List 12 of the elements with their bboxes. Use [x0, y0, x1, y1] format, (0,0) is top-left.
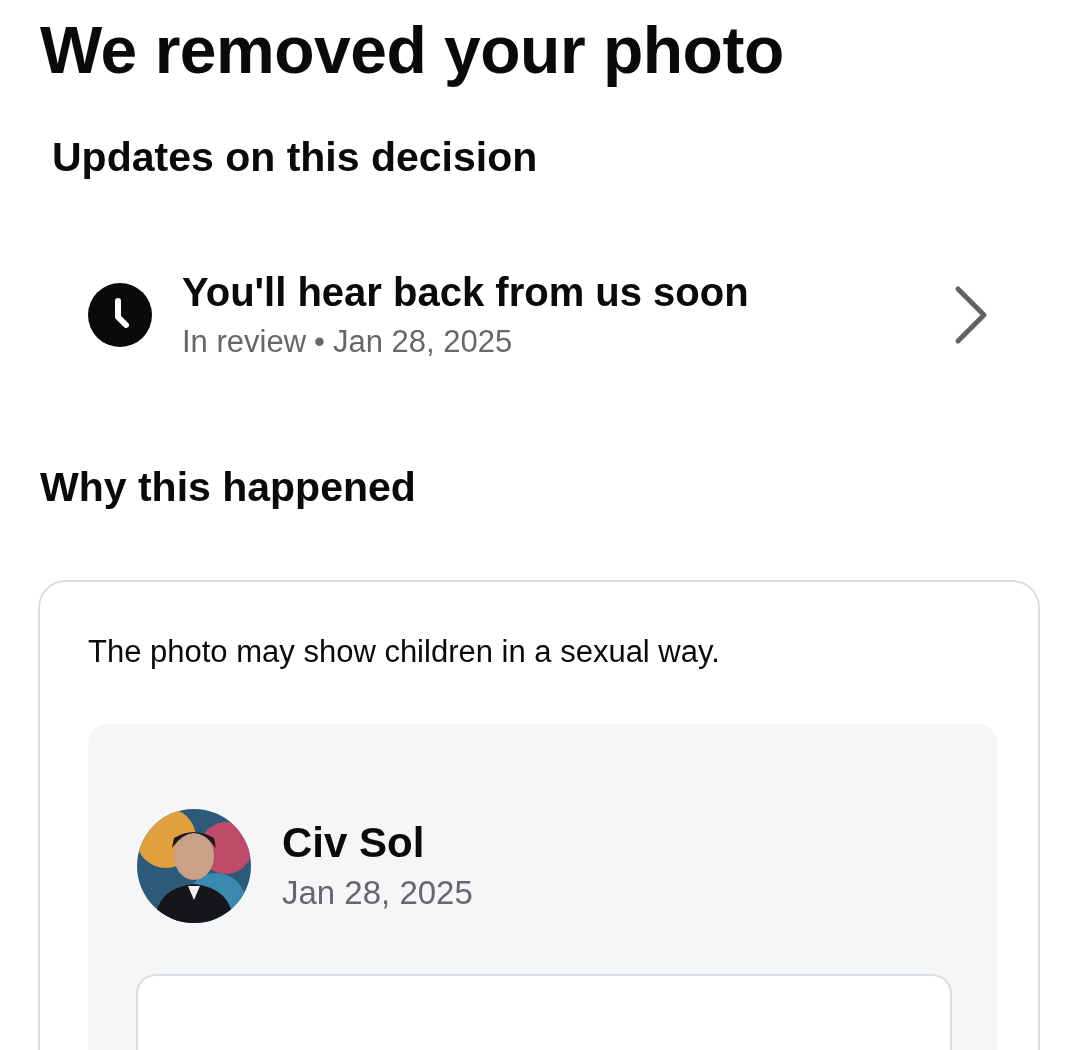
- page-title: We removed your photo: [39, 12, 785, 89]
- separator-dot: •: [314, 323, 325, 361]
- section-heading: Why this happened: [40, 463, 417, 512]
- section-heading: Updates on this decision: [52, 133, 539, 182]
- post-date: Jan 28, 2025: [282, 873, 473, 913]
- clock-icon: [88, 283, 152, 347]
- chevron-right-icon[interactable]: [954, 285, 988, 345]
- update-title: You'll hear back from us soon: [182, 269, 750, 316]
- reason-text: The photo may show children in a sexual way.: [88, 633, 721, 671]
- author-name: Civ Sol: [282, 818, 426, 868]
- update-date: Jan 28, 2025: [332, 323, 513, 361]
- status-text: In review: [182, 323, 307, 361]
